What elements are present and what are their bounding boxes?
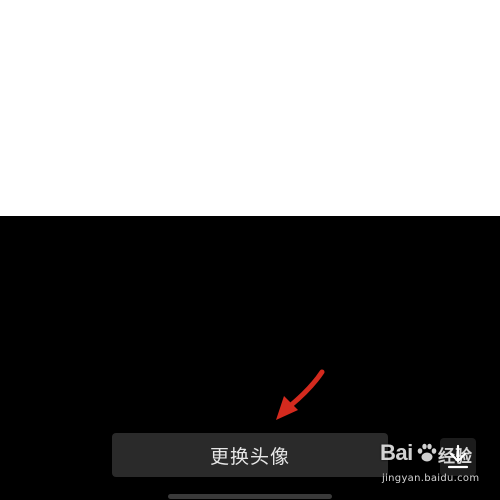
avatar-image-preview: [0, 0, 500, 216]
change-avatar-button[interactable]: 更换头像: [112, 433, 388, 477]
home-indicator: [168, 494, 332, 499]
watermark-experience-text: 经验: [438, 447, 472, 467]
paw-icon: [417, 443, 437, 462]
red-arrow-icon: [276, 369, 325, 420]
baidu-jingyan-watermark: Bai 经验 jingyan.baidu.com: [380, 440, 498, 496]
avatar-preview-screen: 更换头像 Bai 经验 jingyan.baidu.com: [0, 0, 500, 500]
watermark-url: jingyan.baidu.com: [382, 473, 480, 484]
watermark-logo-text: Bai: [380, 440, 413, 465]
